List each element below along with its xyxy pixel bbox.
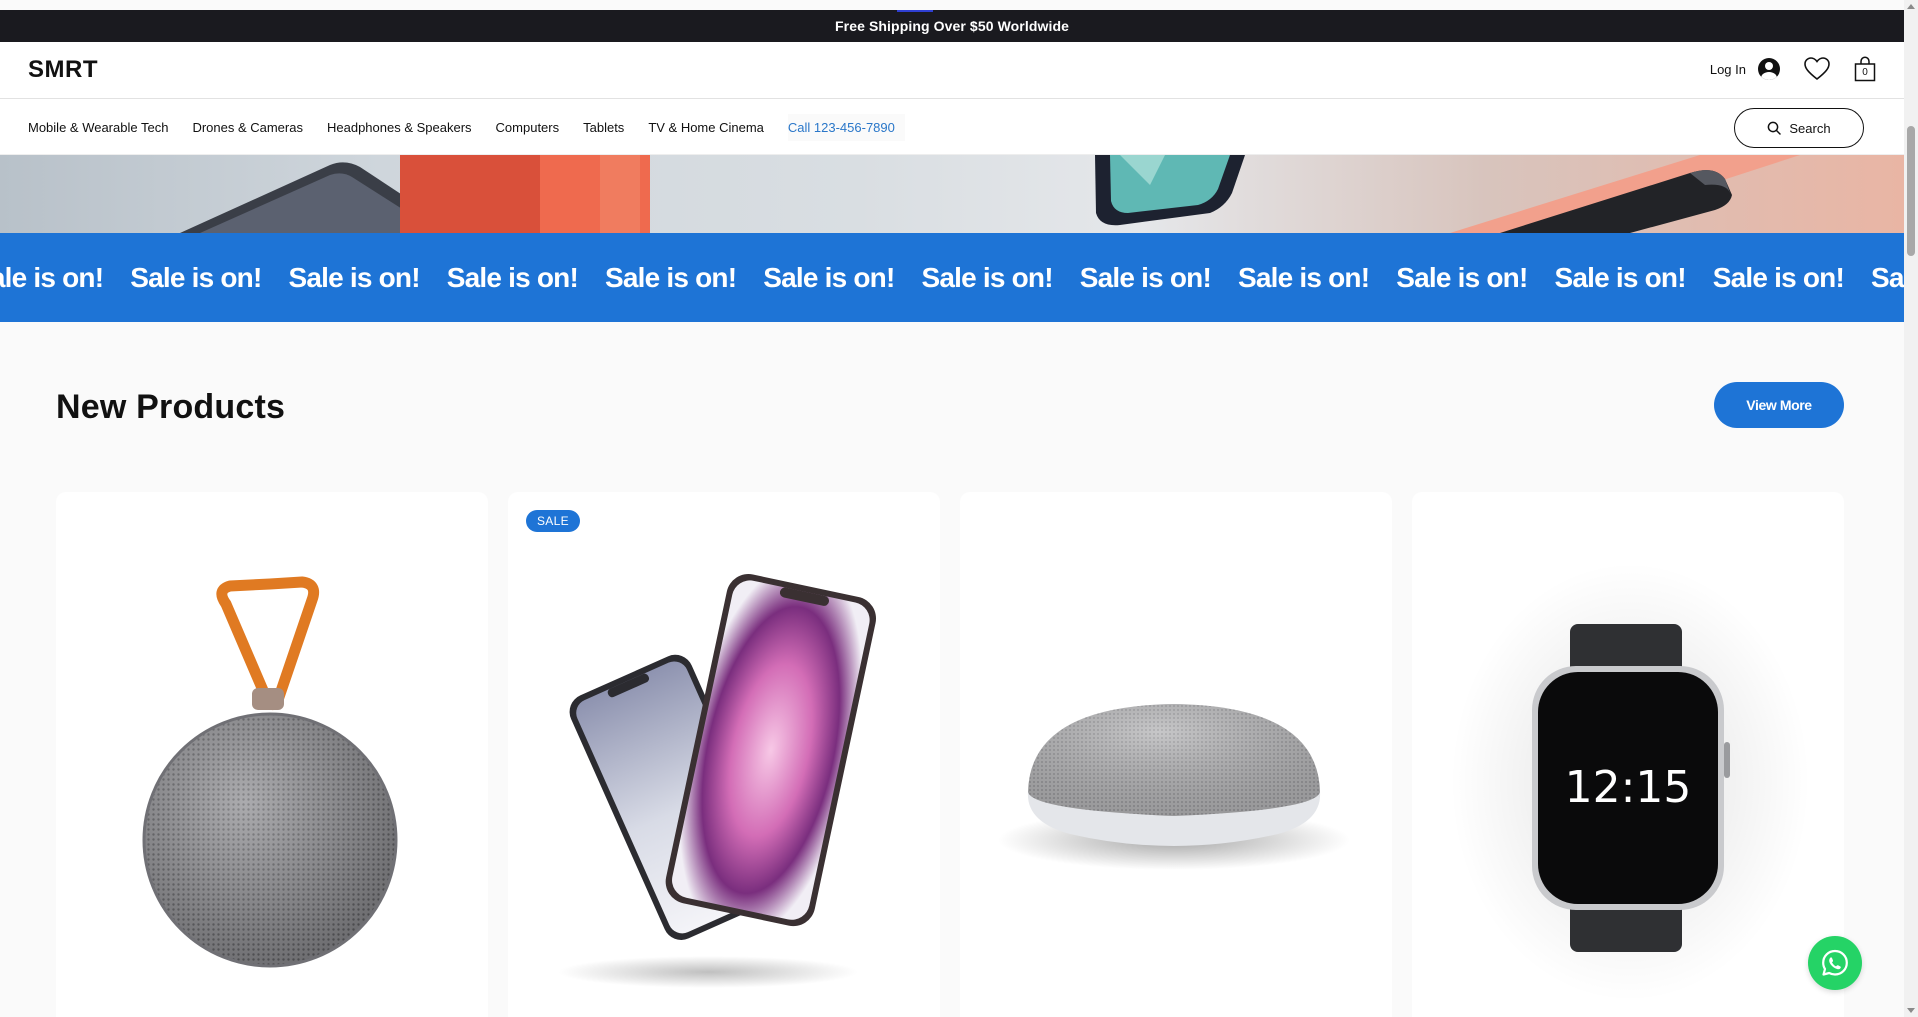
view-more-button[interactable]: View More <box>1714 382 1844 428</box>
announcement-indicator <box>897 10 933 12</box>
smart-speaker-icon <box>998 704 1350 870</box>
scrollbar-thumb[interactable] <box>1907 126 1915 256</box>
nav-item-tv-home-cinema[interactable]: TV & Home Cinema <box>648 120 764 135</box>
avatar-icon <box>1758 58 1780 80</box>
scroll-up-arrow-icon[interactable] <box>1907 4 1915 9</box>
ticker-item: Sale is on! <box>1238 261 1370 293</box>
scroll-down-arrow-icon[interactable] <box>1907 1008 1915 1013</box>
speaker-icon <box>142 576 398 968</box>
product-card[interactable]: SALE <box>508 492 940 1017</box>
ticker-item: Sale is on! <box>288 261 421 293</box>
page-scrollbar[interactable] <box>1904 0 1918 1017</box>
nav-item-headphones-speakers[interactable]: Headphones & Speakers <box>327 120 472 135</box>
ticker-item: Sale is on! <box>1554 261 1687 293</box>
ticker-item: Sale is on! <box>0 261 104 293</box>
ticker-item: Sale is on! <box>446 261 579 293</box>
nav-items: Mobile & Wearable Tech Drones & Cameras … <box>28 99 905 155</box>
ticker-item: Sale is on! <box>921 261 1054 293</box>
site-logo[interactable]: SMRT <box>28 56 98 84</box>
ticker-item: Sale is on! <box>1079 261 1212 293</box>
cart-button[interactable]: 0 <box>1854 56 1876 82</box>
hero-devices-image <box>180 155 1800 233</box>
hero-banner <box>0 155 1904 233</box>
search-button[interactable]: Search <box>1734 108 1864 148</box>
heart-icon <box>1804 57 1830 81</box>
ticker-item: Sale is on! <box>130 261 262 293</box>
whatsapp-chat-button[interactable] <box>1808 936 1862 990</box>
product-card[interactable] <box>56 492 488 1017</box>
ticker-item: Sale is on! <box>1396 261 1528 293</box>
ticker-item: Sale is on! <box>1871 261 1904 293</box>
ticker-item: Sale is on! <box>605 261 737 293</box>
nav-item-drones-cameras[interactable]: Drones & Cameras <box>192 120 303 135</box>
product-card[interactable]: 12:15 <box>1412 492 1844 1017</box>
main-nav: Mobile & Wearable Tech Drones & Cameras … <box>0 99 1904 155</box>
watch-time: 12:15 <box>1565 762 1692 813</box>
cart-count: 0 <box>1862 67 1868 78</box>
login-button[interactable]: Log In <box>1710 58 1780 80</box>
sale-badge: SALE <box>526 510 580 532</box>
section-title: New Products <box>56 388 286 426</box>
smartphones-icon <box>558 574 877 988</box>
login-label: Log In <box>1709 61 1746 77</box>
phone-link[interactable]: Call 123-456-7890 <box>787 113 905 141</box>
announcement-text: Free Shipping Over $50 Worldwide <box>835 18 1069 34</box>
search-label: Search <box>1789 120 1831 136</box>
ticker-track: Sale is on! Sale is on! Sale is on! Sale… <box>0 233 1904 322</box>
sale-ticker: Sale is on! Sale is on! Sale is on! Sale… <box>0 233 1904 322</box>
search-icon <box>1768 121 1782 135</box>
smartwatch-icon: 12:15 <box>1450 562 1810 1002</box>
announcement-bar: Free Shipping Over $50 Worldwide <box>0 10 1904 42</box>
header-actions: Log In 0 <box>1710 56 1876 82</box>
product-grid: SALE 12:15 <box>56 492 1846 1017</box>
nav-item-mobile-wearable[interactable]: Mobile & Wearable Tech <box>28 120 168 135</box>
product-card[interactable] <box>960 492 1392 1017</box>
ticker-item: Sale is on! <box>1712 261 1845 293</box>
site-header: SMRT Log In 0 <box>0 42 1904 99</box>
ticker-item: Sale is on! <box>763 261 895 293</box>
whatsapp-icon <box>1822 949 1848 976</box>
wishlist-button[interactable] <box>1804 57 1830 81</box>
page: Free Shipping Over $50 Worldwide SMRT Lo… <box>0 0 1904 1017</box>
nav-item-tablets[interactable]: Tablets <box>583 120 624 135</box>
nav-item-computers[interactable]: Computers <box>496 120 560 135</box>
